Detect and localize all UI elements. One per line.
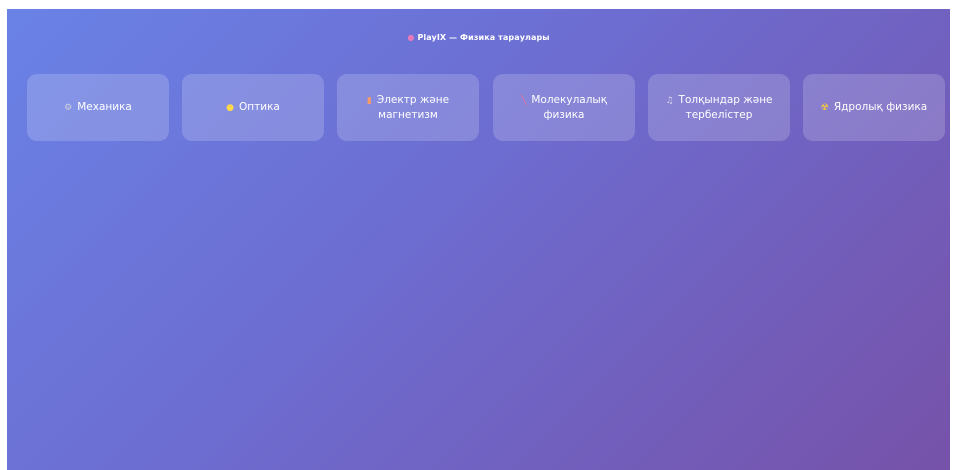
lightbulb-icon: ● [226,103,234,113]
topic-card-label: Электр және магнетизм [376,94,450,121]
topic-card-electricity-magnetism[interactable]: ▮ Электр және магнетизм [337,74,479,141]
topic-card-label: Оптика [239,101,280,113]
music-note-icon: ♫ [665,96,674,106]
topic-card-nuclear-physics[interactable]: ☢ Ядролық физика [803,74,945,141]
gear-icon: ⚙ [64,103,73,113]
app-background: ● PlayIX — Физика тараулары ⚙ Механика ● Оп… [7,9,950,470]
plug-icon: ▮ [366,96,372,106]
topic-card-label: Ядролық физика [833,101,928,113]
topic-card-waves-oscillations[interactable]: ♫ Толқындар және тербелістер [648,74,790,141]
radioactive-icon: ☢ [820,103,829,113]
test-tube-icon: ╲ [520,96,527,106]
topic-card-label: Толқындар және тербелістер [678,94,773,121]
page-title: PlayIX — Физика тараулары [417,33,550,42]
page-header: ● PlayIX — Физика тараулары [7,33,950,42]
brain-icon: ● [407,33,415,42]
topic-cards: ⚙ Механика ● Оптика ▮ Электр және магнетизм… [27,74,945,142]
topic-card-label: Механика [77,101,132,113]
topic-card-label: Молекулалық физика [531,94,608,121]
topic-card-mechanics[interactable]: ⚙ Механика [27,74,169,141]
topic-card-molecular-physics[interactable]: ╲ Молекулалық физика [493,74,635,141]
topic-card-optics[interactable]: ● Оптика [182,74,324,141]
